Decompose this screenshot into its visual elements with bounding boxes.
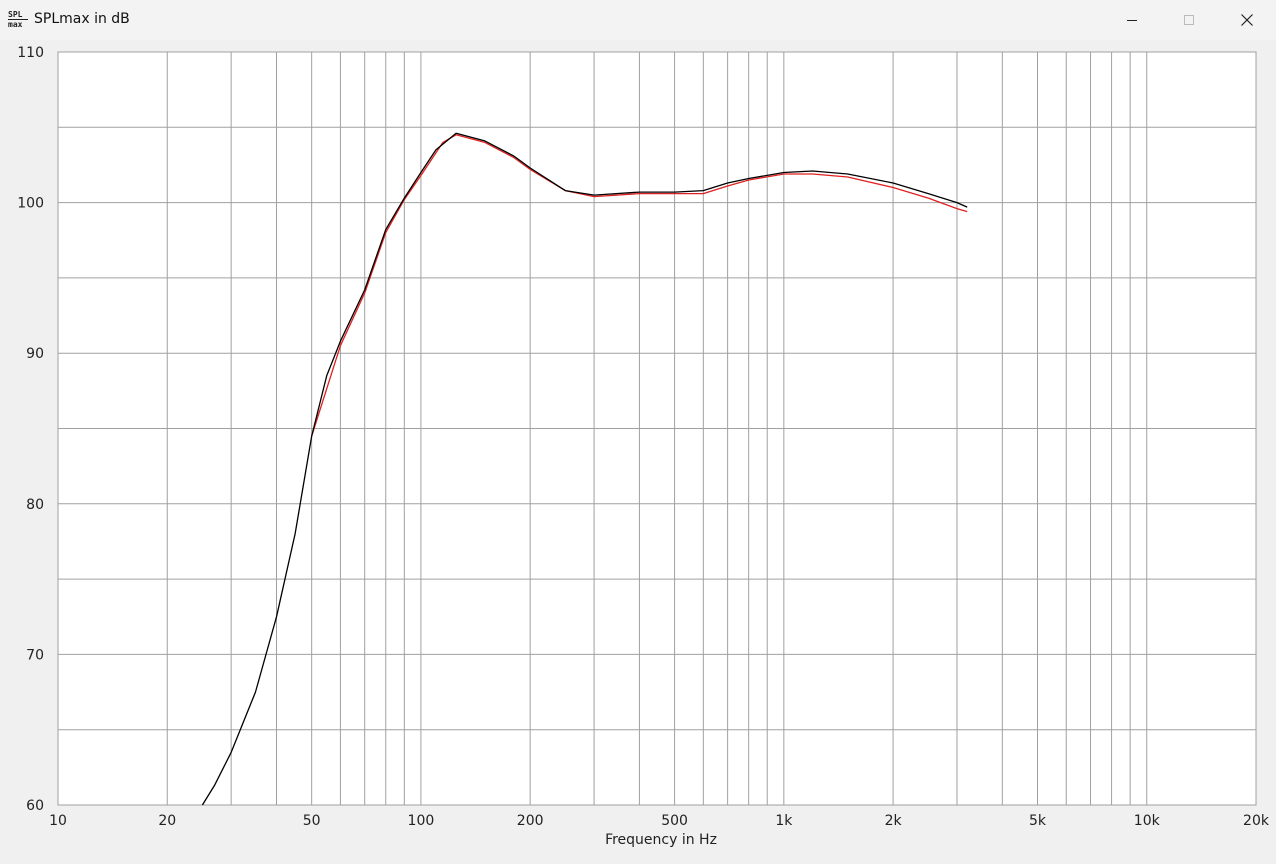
spl-chart: 60 70 80 90 100 110 10 20 50 100 200 500 1k 2k 5k 10k 2… [17, 45, 1270, 848]
x-tick-label: 5k [1029, 813, 1047, 829]
maximize-icon [1184, 15, 1194, 25]
app-icon-top: SPL [8, 10, 23, 19]
y-tick-label: 90 [26, 346, 44, 362]
y-tick-label: 110 [17, 45, 44, 61]
title-bar: SPL max SPLmax in dB [0, 0, 1276, 40]
spl-app-icon: SPL max [8, 11, 28, 29]
x-tick-label: 500 [661, 813, 688, 829]
x-tick-label: 50 [303, 813, 321, 829]
close-button[interactable] [1218, 0, 1276, 40]
y-tick-label: 70 [26, 647, 44, 663]
y-tick-label: 60 [26, 798, 44, 814]
x-tick-label: 20 [158, 813, 176, 829]
x-tick-label: 10k [1134, 813, 1161, 829]
maximize-button[interactable] [1160, 0, 1218, 40]
y-tick-labels: 60 70 80 90 100 110 [17, 45, 44, 814]
window-title: SPLmax in dB [34, 11, 130, 27]
x-tick-label: 10 [49, 813, 67, 829]
close-icon [1241, 14, 1253, 26]
minimize-icon [1127, 20, 1137, 21]
x-tick-label: 100 [408, 813, 435, 829]
x-tick-labels: 10 20 50 100 200 500 1k 2k 5k 10k 20k [49, 813, 1270, 829]
x-tick-label: 1k [775, 813, 793, 829]
x-tick-label: 2k [885, 813, 903, 829]
y-tick-label: 100 [17, 196, 44, 212]
minimize-button[interactable] [1103, 0, 1161, 40]
x-tick-label: 200 [517, 813, 544, 829]
x-axis-label: Frequency in Hz [605, 832, 717, 848]
app-icon-bottom: max [8, 19, 28, 29]
y-tick-label: 80 [26, 497, 44, 513]
x-tick-label: 20k [1243, 813, 1270, 829]
